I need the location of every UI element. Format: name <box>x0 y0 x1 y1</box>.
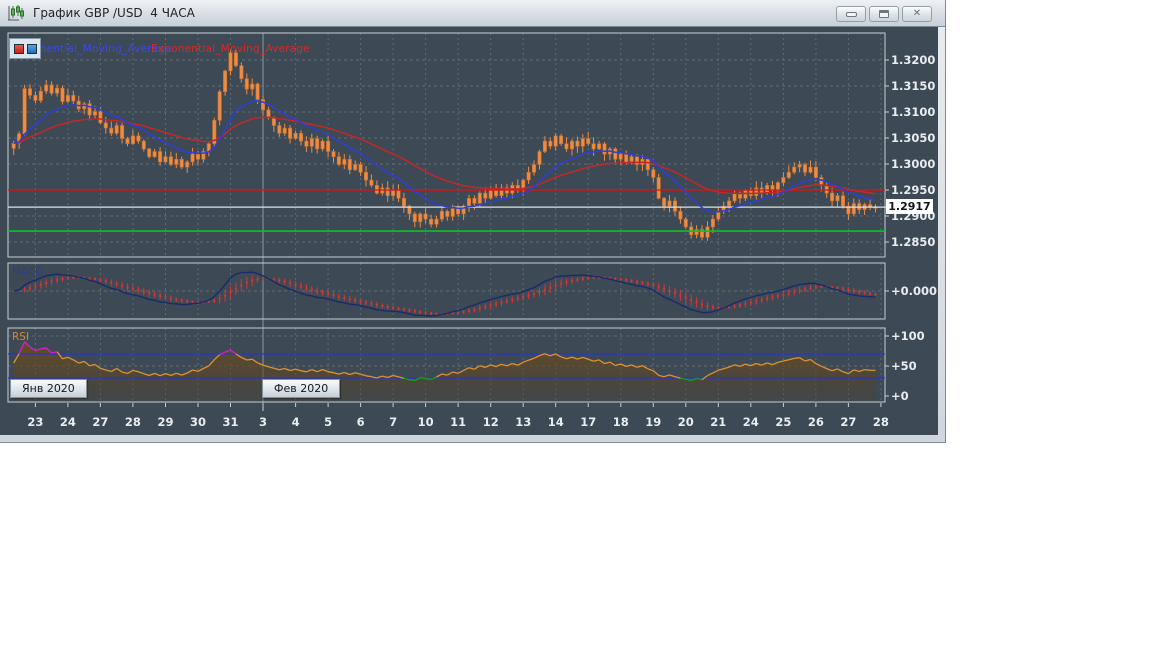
macd-panel-label: MACD <box>12 266 44 278</box>
price-chart-canvas[interactable]: 1.3200 1.3150 1.3100 1.3050 1.3000 1.2950 1.29… <box>0 27 938 435</box>
svg-text:17: 17 <box>580 415 596 429</box>
svg-text:3: 3 <box>259 415 267 429</box>
svg-text:18: 18 <box>613 415 629 429</box>
minimize-icon <box>845 11 857 17</box>
chart-window: График GBP /USD 4 ЧАСА ✕ 1.3200 1.3150 1.3… <box>0 0 946 443</box>
svg-text:+0: +0 <box>891 389 909 403</box>
svg-text:27: 27 <box>92 415 108 429</box>
rsi-fill <box>13 341 876 401</box>
svg-text:6: 6 <box>357 415 365 429</box>
svg-text:12: 12 <box>483 415 499 429</box>
svg-text:10: 10 <box>418 415 434 429</box>
svg-text:26: 26 <box>808 415 824 429</box>
blue-swatch-button[interactable] <box>26 43 37 54</box>
chart-client-area: 1.3200 1.3150 1.3100 1.3050 1.3000 1.2950 1.29… <box>0 27 938 435</box>
titlebar[interactable]: График GBP /USD 4 ЧАСА ✕ <box>0 0 945 27</box>
svg-text:14: 14 <box>548 415 564 429</box>
rsi-panel-label: RSI <box>12 331 30 343</box>
macd-axis-label: +0.000 <box>885 284 937 298</box>
month-label-feb: Фев 2020 <box>262 379 341 398</box>
svg-text:1.2950: 1.2950 <box>891 183 935 197</box>
svg-text:7: 7 <box>389 415 397 429</box>
svg-text:29: 29 <box>157 415 173 429</box>
price-axis-labels: 1.3200 1.3150 1.3100 1.3050 1.3000 1.2950 1.29… <box>885 53 935 249</box>
macd-line <box>13 271 876 317</box>
svg-text:+100: +100 <box>891 329 925 343</box>
price-levels <box>8 189 933 232</box>
svg-text:1.3200: 1.3200 <box>891 53 935 67</box>
svg-text:30: 30 <box>190 415 206 429</box>
svg-text:+0.000: +0.000 <box>891 284 937 298</box>
ema-slow-legend-label: Exponential_Moving_Average <box>151 43 310 55</box>
candlesticks <box>11 49 878 241</box>
close-icon: ✕ <box>912 8 922 19</box>
svg-text:1.3000: 1.3000 <box>891 157 935 171</box>
x-axis-labels: 23 24 27 28 29 30 31 3 4 5 6 7 10 11 12 13 14 17 18 19 20 21 2… <box>27 403 889 429</box>
svg-text:25: 25 <box>775 415 791 429</box>
svg-text:24: 24 <box>743 415 759 429</box>
month-label-jan: Янв 2020 <box>10 379 87 398</box>
svg-text:20: 20 <box>678 415 694 429</box>
svg-text:21: 21 <box>710 415 726 429</box>
grid <box>8 33 885 402</box>
svg-text:23: 23 <box>27 415 43 429</box>
candlestick-chart-icon <box>7 4 27 22</box>
ema-slow-line <box>13 116 876 195</box>
restore-button[interactable] <box>869 6 899 22</box>
panel-borders <box>7 32 886 403</box>
svg-text:31: 31 <box>222 415 238 429</box>
legend-swatch-box <box>9 38 41 59</box>
svg-text:27: 27 <box>840 415 856 429</box>
svg-text:28: 28 <box>125 415 141 429</box>
svg-text:19: 19 <box>645 415 661 429</box>
svg-text:+50: +50 <box>891 359 917 373</box>
window-controls: ✕ <box>836 6 932 22</box>
svg-text:11: 11 <box>450 415 466 429</box>
minimize-button[interactable] <box>836 6 866 22</box>
svg-text:1.3050: 1.3050 <box>891 131 935 145</box>
window-title: График GBP /USD 4 ЧАСА <box>33 6 195 20</box>
close-button[interactable]: ✕ <box>902 6 932 22</box>
svg-text:1.2850: 1.2850 <box>891 235 935 249</box>
red-swatch-button[interactable] <box>13 43 24 54</box>
restore-icon <box>879 10 889 18</box>
svg-text:5: 5 <box>324 415 332 429</box>
svg-text:28: 28 <box>873 415 889 429</box>
svg-text:1.3100: 1.3100 <box>891 105 935 119</box>
svg-text:4: 4 <box>292 415 300 429</box>
svg-text:24: 24 <box>60 415 76 429</box>
current-price-tag: 1.2917 <box>886 199 933 214</box>
rsi-axis-labels: +100 +50 +0 <box>885 329 925 403</box>
svg-text:1.3150: 1.3150 <box>891 79 935 93</box>
svg-text:13: 13 <box>515 415 531 429</box>
macd-signal <box>12 275 877 315</box>
